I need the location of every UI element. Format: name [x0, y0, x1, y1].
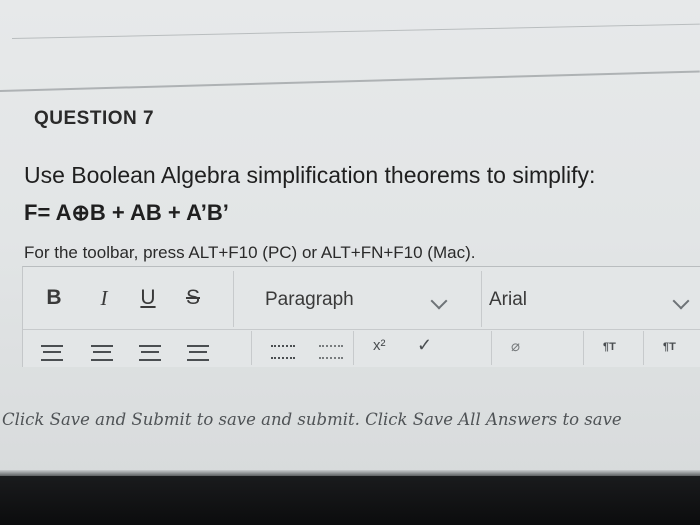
align-center-icon[interactable]: [91, 345, 113, 361]
save-instructions: Click Save and Submit to save and submit…: [2, 410, 622, 429]
toolbar-separator: [251, 331, 252, 365]
clear-formatting-icon[interactable]: ⌀: [511, 337, 520, 355]
paragraph-format-value: Paragraph: [265, 289, 354, 310]
text-direction-rtl-icon[interactable]: ¶T: [663, 341, 676, 353]
text-direction-ltr-icon[interactable]: ¶T: [603, 341, 616, 353]
align-left-icon[interactable]: [41, 345, 63, 361]
paragraph-format-select[interactable]: Paragraph: [265, 287, 465, 313]
toolbar-separator: [233, 271, 234, 327]
rich-text-editor[interactable]: B I U S Paragraph Arial x² ✓ ⌀ ¶T ¶T: [22, 266, 700, 367]
question-title: QUESTION 7: [34, 108, 155, 129]
toolbar-separator: [353, 331, 354, 365]
question-formula: F= A⊕B + AB + A’B’: [24, 200, 229, 225]
superscript-icon[interactable]: x²: [373, 337, 386, 354]
monitor-bezel: [0, 476, 700, 525]
numbered-list-icon[interactable]: [319, 345, 343, 359]
align-right-icon[interactable]: [139, 345, 161, 361]
bulleted-list-icon[interactable]: [271, 345, 295, 359]
toolbar-separator: [583, 331, 584, 365]
chevron-down-icon: [672, 292, 690, 310]
divider: [0, 70, 700, 92]
toolbar-separator: [491, 331, 492, 365]
underline-button[interactable]: U: [133, 285, 163, 311]
font-family-select[interactable]: Arial: [489, 287, 690, 313]
bold-button[interactable]: B: [39, 285, 69, 311]
question-prompt: Use Boolean Algebra simplification theor…: [24, 162, 596, 188]
screen: QUESTION 7 Use Boolean Algebra simplific…: [0, 0, 700, 525]
editor-toolbar-row-1: B I U S Paragraph Arial: [23, 267, 700, 330]
font-family-value: Arial: [489, 289, 528, 310]
toolbar-separator: [481, 271, 482, 327]
toolbar-hint: For the toolbar, press ALT+F10 (PC) or A…: [24, 243, 476, 262]
align-justify-icon[interactable]: [187, 345, 209, 361]
italic-button[interactable]: I: [89, 285, 119, 311]
toolbar-separator: [643, 331, 644, 365]
strikethrough-button[interactable]: S: [178, 285, 208, 311]
spellcheck-icon[interactable]: ✓: [417, 335, 432, 356]
divider: [11, 23, 700, 39]
chevron-down-icon: [430, 292, 448, 310]
editor-toolbar-row-2: x² ✓ ⌀ ¶T ¶T: [23, 331, 700, 365]
